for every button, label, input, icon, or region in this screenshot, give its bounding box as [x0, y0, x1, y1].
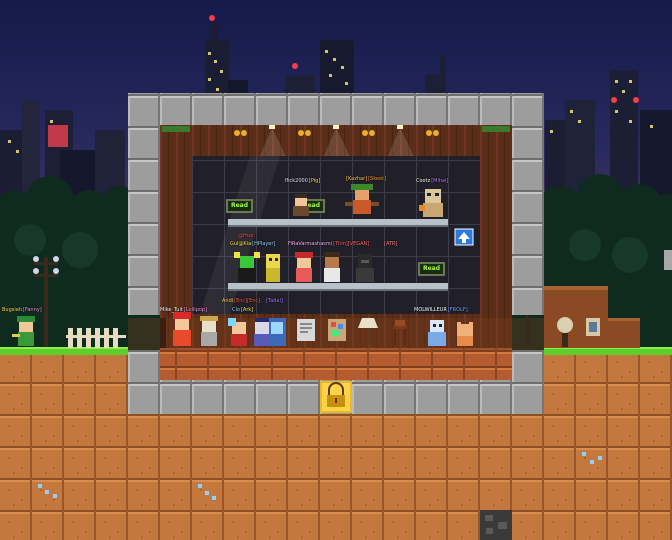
read-sign-right[interactable]: Read [418, 262, 445, 276]
doorway-left [160, 318, 166, 348]
wood-floor [160, 348, 512, 380]
lamp-post-right-2 [664, 250, 672, 270]
player-name: Mike_Tuit [160, 307, 183, 313]
player-name-label: flick2000[Pig] [285, 178, 320, 184]
player-name-label: [Kazhar][Skeet] [346, 176, 386, 182]
player-name: Clo [232, 307, 240, 313]
player-name: @Hizz [238, 233, 254, 239]
player-tag: [Fanny] [23, 307, 42, 313]
player-name: MOLWILLEUR [414, 307, 447, 313]
bedrock-block[interactable] [480, 510, 512, 540]
player-name: flick2000 [285, 178, 308, 184]
player-tag: [Mihai] [431, 178, 449, 184]
player-name-label: [Tadal] [266, 298, 284, 304]
player-avatar[interactable] [232, 252, 262, 284]
player-name: [Tadal] [266, 298, 283, 304]
player-tag: [Thin][VEGAN] [333, 241, 370, 247]
player-name: [ATR] [384, 241, 398, 247]
player-avatar[interactable] [12, 316, 40, 348]
read-sign-label: Read [230, 202, 249, 209]
player-tag: [HPlayer] [252, 241, 276, 247]
player-avatar[interactable] [424, 316, 450, 348]
player-tag: [FROLF] [447, 307, 468, 313]
player-avatar[interactable] [226, 318, 252, 348]
up-arrow-icon[interactable] [454, 228, 474, 246]
player-name-label: Clo[Ark] [232, 307, 253, 313]
player-name: [Kazhar] [346, 176, 368, 182]
player-name-label: [ATR] [384, 241, 398, 247]
player-name-label: Cootz[Mihai] [416, 178, 448, 184]
player-name-label: Bugsiah[Fanny] [2, 307, 42, 313]
player-tag: [Enc][Enc] [234, 298, 261, 304]
picture-frame [586, 318, 600, 336]
bulletin-board [328, 319, 346, 341]
player-avatar[interactable] [292, 252, 316, 284]
player-name-label: FiRaVarmashasmi[Thin][VEGAN] [288, 241, 369, 247]
player-tag: [Lollipop] [183, 307, 208, 313]
player-name-label: Andi[Enc][Enc] [222, 298, 260, 304]
player-avatar[interactable] [168, 312, 196, 348]
player-name: Bugsiah [2, 307, 22, 313]
player-avatar[interactable] [251, 318, 273, 348]
wall-notice [297, 319, 315, 341]
player-name: Andi [222, 298, 234, 304]
player-name: FiRaVarmashasmi [288, 241, 333, 247]
player-avatar[interactable] [262, 252, 284, 284]
player-avatar[interactable] [417, 187, 449, 219]
player-name-label: @Hizz [238, 233, 254, 239]
player-name: Cootz [416, 178, 431, 184]
player-name-label: Gul@Kia[HPlayer] [230, 241, 275, 247]
player-avatar[interactable] [289, 194, 313, 218]
player-name: Gul@Kia [230, 241, 252, 247]
player-avatar[interactable] [196, 316, 222, 348]
player-avatar[interactable] [453, 322, 477, 348]
player-tag: [Pig] [308, 178, 321, 184]
player-avatar[interactable] [320, 252, 344, 284]
player-tag: [Skeet] [368, 176, 386, 182]
read-sign-label: Read [422, 265, 441, 272]
padlock-icon[interactable] [320, 381, 352, 413]
player-avatar[interactable] [352, 252, 378, 284]
player-tag: [Ark] [240, 307, 254, 313]
lamp-post-right [526, 316, 529, 348]
read-sign-top-left[interactable]: Read [226, 199, 253, 213]
player-name-label: Mike_Tuit[Lollipop] [160, 307, 207, 313]
player-avatar[interactable] [345, 184, 379, 218]
player-name-label: MOLWILLEUR[FROLF] [414, 307, 468, 313]
